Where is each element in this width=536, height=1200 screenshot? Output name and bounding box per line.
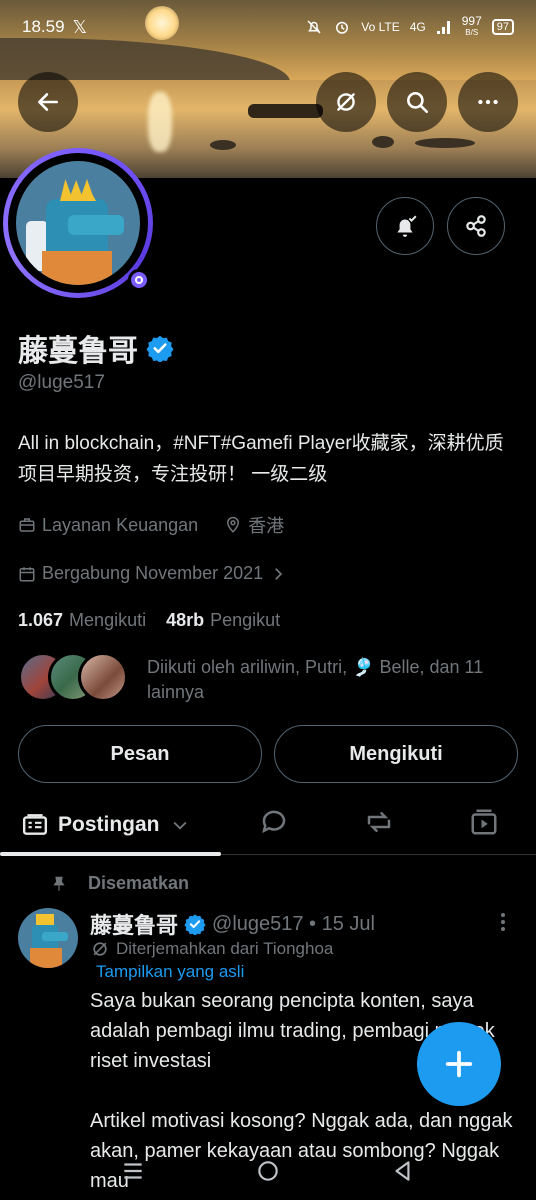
- follow-gap: [152, 610, 160, 631]
- media-tab-icon[interactable]: [469, 807, 499, 837]
- profile-location: 香港: [248, 516, 285, 536]
- mute-bell-icon: [307, 20, 321, 34]
- net-speed-unit: B/S: [465, 28, 479, 37]
- signal-icon: [436, 21, 450, 34]
- show-original-link[interactable]: Tampilkan yang asli: [96, 962, 244, 982]
- status-icons: Vo LTE 4G 997 B/S 97: [305, 14, 514, 38]
- arrow-left-icon: [38, 93, 58, 111]
- following-label[interactable]: Mengikuti: [69, 610, 146, 631]
- back-button[interactable]: [18, 72, 78, 132]
- tab-posts-label: Postingan: [58, 813, 160, 836]
- profile-bio: All in blockchain，#NFT#Gamefi Player收藏家，…: [18, 433, 504, 485]
- avatar-croc-snout: [68, 215, 124, 235]
- more-horizontal-icon: [478, 99, 498, 105]
- grok-button[interactable]: [316, 72, 376, 132]
- plus-icon: [445, 1050, 473, 1078]
- profile-tabs: Postingan: [0, 795, 536, 856]
- chevron-down-icon: [173, 821, 186, 830]
- reposts-tab-icon[interactable]: [364, 807, 394, 837]
- home-icon[interactable]: [255, 1158, 281, 1184]
- followed-by-text[interactable]: Diikuti oleh ariliwin, Putri, 🎐 Belle, d…: [147, 655, 527, 705]
- followers-count[interactable]: 48rb: [166, 610, 204, 631]
- post-author-name[interactable]: 藤蔓鲁哥: [90, 908, 178, 940]
- banner-boat: [248, 104, 323, 118]
- profile-category: Layanan Keuangan: [42, 514, 199, 535]
- net-speed-value: 997: [461, 14, 482, 28]
- compose-post-button[interactable]: [417, 1022, 501, 1106]
- profile-meta-row: Layanan Keuangan 香港: [18, 512, 284, 538]
- followers-label[interactable]: Pengikut: [210, 610, 280, 631]
- post-avatar-snout: [42, 932, 68, 941]
- post-avatar-hair: [36, 914, 54, 925]
- banner-rock: [415, 138, 475, 148]
- active-tab-indicator: [0, 852, 221, 856]
- notifications-button[interactable]: [376, 197, 434, 255]
- share-icon: [466, 215, 486, 237]
- profile-joined-row[interactable]: Bergabung November 2021: [18, 563, 287, 584]
- replies-tab-icon[interactable]: [259, 807, 289, 837]
- post-handle-date: @luge517 • 15 Jul: [212, 912, 375, 935]
- translation-note: Diterjemahkan dari Tionghoa: [90, 939, 333, 959]
- search-icon: [407, 92, 429, 114]
- follow-counts: 1.067 Mengikuti 48rb Pengikut: [18, 610, 280, 631]
- grok-icon: [337, 93, 355, 111]
- more-vertical-icon: [501, 913, 505, 931]
- translated-from: Diterjemahkan dari Tionghoa: [116, 939, 334, 958]
- net-speed: 997 B/S: [461, 14, 482, 38]
- more-options-button[interactable]: [458, 72, 518, 132]
- avatar-shirt: [42, 251, 112, 285]
- verified-badge-icon: [184, 914, 206, 935]
- badge-dot: [135, 276, 143, 284]
- following-button[interactable]: Mengikuti: [274, 725, 518, 783]
- profile-joined: Bergabung November 2021: [42, 563, 264, 583]
- bell-check-icon: [397, 215, 417, 237]
- status-time: 18.59: [22, 17, 65, 36]
- status-bar: 18.59 𝕏 Vo LTE 4G 997 B/S 97: [0, 0, 536, 54]
- pinned-label: Disematkan: [88, 873, 190, 893]
- followed-by-avatars[interactable]: [18, 652, 128, 702]
- follower-avatar: [78, 652, 128, 702]
- message-button[interactable]: Pesan: [18, 725, 262, 783]
- recent-apps-icon[interactable]: [120, 1158, 146, 1184]
- profile-name: 藤蔓鲁哥: [18, 335, 138, 368]
- alarm-icon: [336, 21, 349, 34]
- banner-sun-glare: [148, 92, 172, 152]
- chevron-right-icon: [275, 567, 283, 580]
- verified-badge-icon[interactable]: [146, 334, 174, 362]
- pinned-indicator: Disematkan: [50, 873, 189, 894]
- banner-rock: [210, 140, 236, 150]
- back-nav-icon[interactable]: [390, 1158, 416, 1184]
- network-type: 4G: [409, 20, 426, 34]
- translate-icon: [93, 942, 107, 956]
- posts-icon: [22, 814, 48, 835]
- banner-rock: [372, 136, 394, 148]
- search-button[interactable]: [387, 72, 447, 132]
- avatar-image: [16, 161, 140, 285]
- pin-icon: [53, 876, 65, 891]
- x-app-icon: 𝕏: [72, 16, 88, 37]
- profile-name-row: 藤蔓鲁哥: [18, 326, 174, 370]
- following-count[interactable]: 1.067: [18, 610, 63, 631]
- battery-indicator: 97: [491, 19, 514, 35]
- volte-indicator: Vo LTE: [361, 20, 400, 34]
- post-header: 藤蔓鲁哥 @luge517 • 15 Jul: [90, 908, 375, 940]
- briefcase-icon: [19, 518, 35, 532]
- location-pin-icon: [227, 516, 240, 533]
- profile-handle: @luge517: [18, 372, 105, 393]
- post-more-button[interactable]: [500, 910, 514, 934]
- avatar-frame: [8, 153, 148, 293]
- calendar-icon: [19, 566, 35, 581]
- avatar-nft-badge: [128, 269, 150, 291]
- tab-posts[interactable]: Postingan: [22, 795, 190, 855]
- system-nav-bar: [0, 1140, 536, 1200]
- avatar-hair: [60, 179, 96, 201]
- share-button[interactable]: [447, 197, 505, 255]
- post-avatar-shirt: [30, 948, 62, 968]
- post-author-avatar[interactable]: [18, 908, 78, 968]
